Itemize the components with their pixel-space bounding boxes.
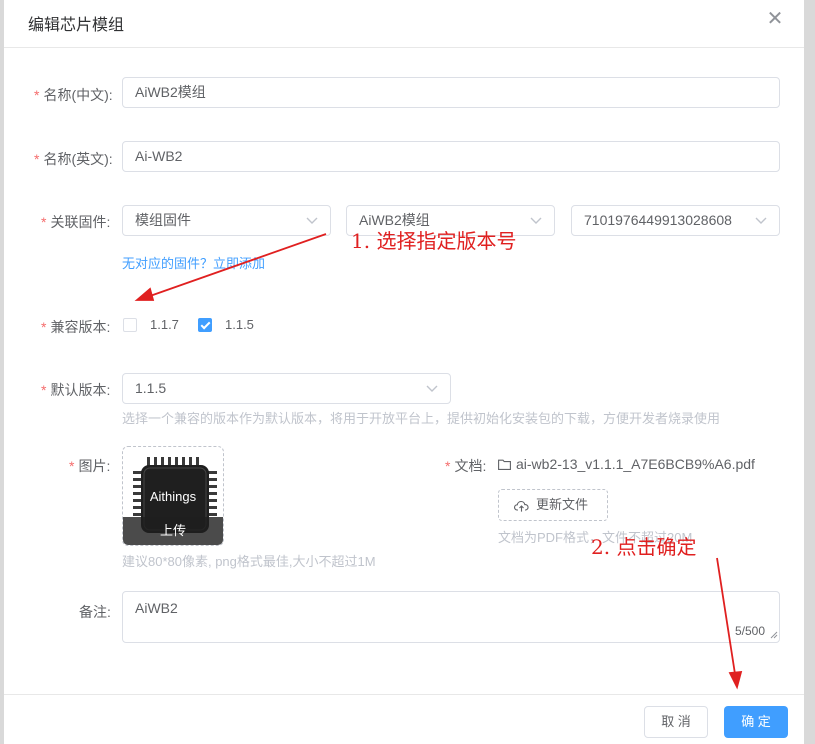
dialog-header: 编辑芯片模组 ✕	[4, 0, 804, 48]
default-version-label: * 默认版本:	[41, 382, 111, 398]
firmware-version-value: 7101976449913028608	[584, 212, 732, 228]
default-version-value: 1.1.5	[135, 380, 167, 396]
image-label: * 图片:	[69, 458, 111, 474]
compat-version-label: * 兼容版本:	[41, 319, 111, 335]
doc-label: * 文档:	[445, 458, 487, 474]
name-en-label: * 名称(英文):	[34, 151, 113, 167]
compat-checkbox-label: 1.1.5	[225, 317, 254, 332]
confirm-button[interactable]: 确 定	[724, 706, 788, 738]
remark-counter: 5/500	[735, 624, 766, 638]
update-file-label: 更新文件	[536, 497, 589, 512]
compat-checkbox-1-1-5[interactable]	[198, 318, 212, 332]
compat-checkbox-label: 1.1.7	[150, 317, 179, 332]
firmware-version-select[interactable]: 7101976449913028608	[571, 205, 780, 236]
edit-chip-module-dialog: 编辑芯片模组 ✕ * 名称(中文): AiWB2模组 * 名称(英文): Ai-WB…	[4, 0, 804, 744]
annotation-step1: 1. 选择指定版本号	[351, 229, 517, 253]
annotation-step2: 2. 点击确定	[591, 535, 697, 559]
compat-checkbox-1-1-7[interactable]	[123, 318, 137, 332]
chevron-down-icon	[306, 217, 318, 224]
firmware-type-select[interactable]: 模组固件	[122, 205, 331, 236]
image-hint: 建议80*80像素, png格式最佳,大小不超过1M	[122, 554, 376, 569]
upload-cloud-icon	[514, 501, 529, 512]
footer-divider	[4, 694, 804, 695]
firmware-type-value: 模组固件	[135, 212, 191, 228]
update-file-button[interactable]: 更新文件	[498, 489, 608, 521]
resize-handle-icon[interactable]	[770, 631, 778, 639]
chevron-down-icon	[530, 217, 542, 224]
chip-brand-text: Aithings	[149, 489, 197, 504]
name-en-input[interactable]: Ai-WB2	[122, 141, 780, 172]
firmware-label: * 关联固件:	[41, 214, 111, 230]
upload-button[interactable]: 上传	[123, 517, 223, 545]
name-cn-input[interactable]: AiWB2模组	[122, 77, 780, 108]
default-version-select[interactable]: 1.1.5	[122, 373, 451, 404]
dialog-title: 编辑芯片模组	[28, 17, 125, 34]
name-cn-label: * 名称(中文):	[34, 87, 113, 103]
image-uploader[interactable]: Aithings 上传	[122, 446, 224, 546]
cancel-button[interactable]: 取 消	[644, 706, 708, 738]
default-version-hint: 选择一个兼容的版本作为默认版本，将用于开放平台上，提供初始化安装包的下载，方便开…	[122, 411, 721, 426]
remark-label: 备注:	[79, 604, 111, 620]
close-icon[interactable]: ✕	[766, 9, 784, 29]
doc-filename[interactable]: ai-wb2-13_v1.1.1_A7E6BCB9%A6.pdf	[516, 456, 755, 472]
chevron-down-icon	[755, 217, 767, 224]
chevron-down-icon	[426, 385, 438, 392]
remark-value: AiWB2	[135, 600, 178, 616]
remark-textarea[interactable]: AiWB2	[122, 591, 780, 643]
folder-icon	[498, 459, 511, 470]
add-firmware-link[interactable]: 无对应的固件？立即添加	[122, 253, 265, 272]
